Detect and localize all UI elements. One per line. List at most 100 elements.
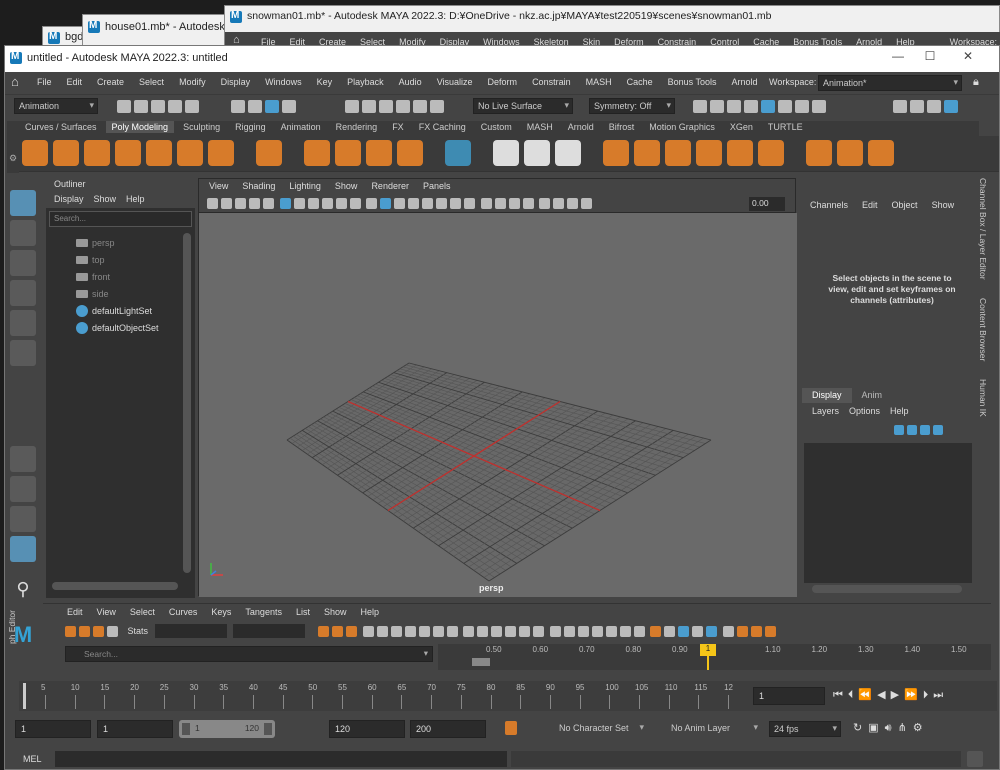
current-frame-field[interactable]: 1 bbox=[753, 687, 825, 705]
poly-torus-icon[interactable] bbox=[146, 140, 172, 166]
mesh-tools-icon[interactable] bbox=[445, 140, 472, 166]
safe-action-icon[interactable] bbox=[349, 198, 361, 210]
workspace-dropdown[interactable]: Animation* bbox=[818, 75, 962, 91]
frame-all-icon[interactable] bbox=[318, 625, 330, 637]
hypershade-icon[interactable] bbox=[761, 100, 775, 113]
poly-plane-icon[interactable] bbox=[177, 140, 203, 166]
poly-sphere-icon[interactable] bbox=[22, 140, 48, 166]
graph-menu-select[interactable]: Select bbox=[130, 607, 155, 617]
render-current-icon[interactable] bbox=[710, 100, 724, 113]
time-snap-icon[interactable] bbox=[563, 625, 575, 637]
open-scene-icon[interactable] bbox=[134, 100, 148, 113]
render-view-icon[interactable] bbox=[693, 100, 707, 113]
graph-menu-curves[interactable]: Curves bbox=[169, 607, 198, 617]
image-plane-icon[interactable] bbox=[249, 198, 260, 210]
exposure-field[interactable]: 0.00 bbox=[749, 197, 785, 211]
menu-bonus-tools[interactable]: Bonus Tools bbox=[668, 77, 717, 87]
shadows-icon[interactable] bbox=[450, 198, 462, 210]
outliner-item-top[interactable]: top bbox=[46, 251, 195, 268]
outliner-horizontal-scrollbar[interactable] bbox=[52, 582, 178, 590]
smooth-icon[interactable] bbox=[727, 140, 754, 166]
lock-tangent-weight-icon[interactable] bbox=[533, 625, 545, 637]
field-chart-icon[interactable] bbox=[335, 198, 347, 210]
svg-tool-icon[interactable] bbox=[397, 140, 424, 166]
attribute-editor-icon[interactable] bbox=[910, 100, 924, 113]
snap-grid-icon[interactable] bbox=[345, 100, 359, 113]
single-perspective-layout-icon[interactable] bbox=[10, 446, 36, 472]
graph-menu-view[interactable]: View bbox=[97, 607, 116, 617]
key-ticks-icon[interactable] bbox=[736, 625, 748, 637]
command-language-label[interactable]: MEL bbox=[23, 754, 42, 764]
region-icon[interactable] bbox=[107, 625, 118, 637]
sweep-mesh-icon[interactable] bbox=[335, 140, 362, 166]
type-tool-icon[interactable] bbox=[366, 140, 393, 166]
center-pivot-icon[interactable] bbox=[493, 140, 520, 166]
home-icon[interactable]: ⌂ bbox=[11, 74, 19, 89]
redo-icon[interactable] bbox=[185, 100, 199, 113]
cache-playback-icon[interactable]: ▣ bbox=[868, 722, 884, 734]
outliner-menu-help[interactable]: Help bbox=[126, 194, 145, 206]
current-frame-marker[interactable]: 1 bbox=[700, 644, 716, 656]
pause-icon[interactable] bbox=[812, 100, 826, 113]
dope-sheet-icon[interactable] bbox=[650, 625, 662, 637]
select-camera-icon[interactable] bbox=[207, 198, 218, 210]
minimize-button[interactable]: — bbox=[883, 49, 913, 67]
move-layer-up-icon[interactable] bbox=[894, 424, 904, 435]
range-slider[interactable]: 1 120 bbox=[179, 720, 275, 738]
close-button[interactable]: ✕ bbox=[953, 49, 983, 67]
menu-cache[interactable]: Cache bbox=[627, 77, 653, 87]
ambient-occlusion-icon[interactable] bbox=[464, 198, 476, 210]
bevel-icon[interactable] bbox=[868, 140, 895, 166]
audio-options-icon[interactable]: ⋔ bbox=[898, 722, 913, 734]
grid-icon[interactable] bbox=[279, 198, 291, 210]
graph-scroll-handle[interactable] bbox=[472, 658, 490, 666]
smooth-shade-icon[interactable] bbox=[380, 198, 392, 210]
depth-of-field-icon[interactable] bbox=[508, 198, 520, 210]
outliner-item-front[interactable]: front bbox=[46, 268, 195, 285]
poly-disc-icon[interactable] bbox=[208, 140, 234, 166]
arnold-render-icon[interactable] bbox=[778, 100, 792, 113]
curve-display-icon[interactable] bbox=[678, 625, 690, 637]
super-shape-icon[interactable] bbox=[304, 140, 331, 166]
graph-menu-help[interactable]: Help bbox=[360, 607, 379, 617]
menu-deform[interactable]: Deform bbox=[488, 77, 518, 87]
menu-constrain[interactable]: Constrain bbox=[532, 77, 571, 87]
separate-icon[interactable] bbox=[634, 140, 661, 166]
render-settings-icon[interactable] bbox=[744, 100, 758, 113]
shelf-tab-motion-graphics[interactable]: Motion Graphics bbox=[643, 121, 721, 133]
layer-list[interactable] bbox=[804, 443, 972, 583]
graph-editor-search-input[interactable]: Search... ▾ bbox=[65, 646, 433, 662]
shelf-tab-xgen[interactable]: XGen bbox=[724, 121, 759, 133]
outliner-layout-icon[interactable] bbox=[10, 536, 36, 562]
insert-key-icon[interactable] bbox=[79, 625, 90, 637]
graph-menu-show[interactable]: Show bbox=[324, 607, 347, 617]
poly-cube-icon[interactable] bbox=[53, 140, 79, 166]
graph-menu-keys[interactable]: Keys bbox=[211, 607, 231, 617]
auto-load-icon[interactable] bbox=[549, 625, 561, 637]
mask-icon[interactable] bbox=[282, 100, 296, 113]
combine-icon[interactable] bbox=[603, 140, 630, 166]
loop-icon[interactable]: ↻ bbox=[853, 722, 868, 734]
select-object-icon[interactable] bbox=[248, 100, 262, 113]
animation-preferences-icon[interactable]: ⚙ bbox=[913, 722, 929, 734]
bookmark-icon[interactable] bbox=[235, 198, 246, 210]
free-tangent-weight-icon[interactable] bbox=[519, 625, 531, 637]
key-stats-icon[interactable] bbox=[692, 625, 704, 637]
layer-menu-help[interactable]: Help bbox=[890, 406, 909, 416]
viewport-menu-view[interactable]: View bbox=[209, 181, 228, 193]
search-icon[interactable]: ⚲ bbox=[10, 576, 36, 602]
stats-field-2[interactable] bbox=[233, 624, 306, 638]
menu-key[interactable]: Key bbox=[317, 77, 333, 87]
unify-tangents-icon[interactable] bbox=[505, 625, 517, 637]
shelf-tab-fx-caching[interactable]: FX Caching bbox=[413, 121, 472, 133]
extrude-icon[interactable] bbox=[806, 140, 833, 166]
viewport-canvas[interactable]: persp bbox=[199, 213, 797, 597]
menu-mash[interactable]: MASH bbox=[586, 77, 612, 87]
channel-names-icon[interactable] bbox=[750, 625, 762, 637]
channel-box-menu-object[interactable]: Object bbox=[892, 200, 918, 210]
step-tangent-icon[interactable] bbox=[432, 625, 444, 637]
play-backwards-icon[interactable]: ◀ bbox=[877, 689, 890, 701]
snap-point-icon[interactable] bbox=[379, 100, 393, 113]
outliner-scrollbar[interactable] bbox=[183, 233, 191, 573]
graph-menu-edit[interactable]: Edit bbox=[67, 607, 83, 617]
